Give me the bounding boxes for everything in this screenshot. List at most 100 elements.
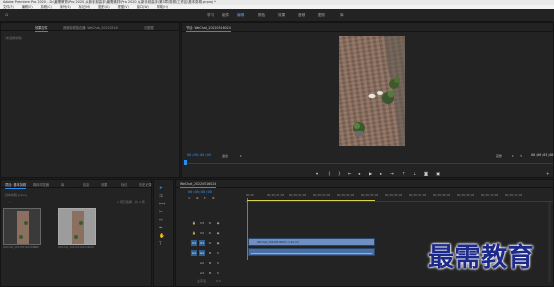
workspace-tab-graphics[interactable]: 图形 bbox=[318, 13, 325, 18]
program-timecode[interactable]: 00;00;00;00 bbox=[187, 153, 211, 157]
track-label-a3[interactable]: A3 bbox=[199, 270, 205, 276]
solo-icon[interactable]: S bbox=[215, 270, 221, 276]
tab-info[interactable]: 信息 bbox=[83, 182, 89, 187]
quality-dropdown[interactable]: 完整 bbox=[496, 154, 502, 158]
type-tool-icon[interactable]: T bbox=[159, 242, 162, 247]
timeline-vertical-scrollbar[interactable] bbox=[548, 202, 551, 282]
mark-in-icon[interactable]: { bbox=[328, 171, 331, 176]
tab-media-browser[interactable]: 媒体浏览器 bbox=[33, 182, 49, 187]
track-label-v3[interactable]: V3 bbox=[199, 220, 205, 226]
timeline-timecode[interactable]: 00;00;00;00 bbox=[188, 190, 212, 194]
program-video-frame bbox=[339, 36, 405, 146]
workspace-tab-learn[interactable]: 学习 bbox=[207, 13, 214, 18]
eye-icon[interactable]: ◉ bbox=[215, 220, 221, 226]
mute-icon[interactable]: M bbox=[207, 250, 213, 256]
lock-icon[interactable]: 🔒 bbox=[191, 230, 197, 236]
go-to-out-icon[interactable]: ⇥ bbox=[390, 171, 394, 176]
pen-tool-icon[interactable]: ✒ bbox=[159, 226, 163, 231]
project-item-thumbnail-2[interactable] bbox=[58, 208, 96, 245]
fit-dropdown-arrow-icon[interactable]: ▾ bbox=[240, 154, 242, 158]
track-select-tool-icon[interactable]: ⇉ bbox=[159, 194, 163, 199]
lift-icon[interactable]: ⇡ bbox=[402, 171, 406, 176]
fit-dropdown[interactable]: 适合 bbox=[222, 154, 228, 158]
comparison-view-icon[interactable]: ▣ bbox=[436, 171, 440, 176]
track-label-a2[interactable]: A2 bbox=[199, 260, 205, 266]
workspace-tab-assembly[interactable]: 组件 bbox=[222, 13, 229, 18]
track-label-v2[interactable]: V2 bbox=[199, 230, 205, 236]
tab-markers[interactable]: 标记 bbox=[121, 182, 127, 187]
solo-icon[interactable]: S bbox=[215, 260, 221, 266]
lock-icon[interactable]: 🔒 bbox=[191, 220, 197, 226]
step-forward-icon[interactable]: ▸ bbox=[380, 171, 382, 176]
export-frame-icon[interactable]: ◙ bbox=[424, 171, 428, 176]
quality-dropdown-arrow-icon[interactable]: ▾ bbox=[512, 154, 514, 158]
tab-history[interactable]: 历史记录 bbox=[139, 182, 152, 187]
sync-lock-icon[interactable]: ⇆ bbox=[207, 240, 213, 246]
mute-icon[interactable]: M bbox=[207, 270, 213, 276]
tab-effects[interactable]: 效果 bbox=[101, 182, 107, 187]
source-patch-a1[interactable]: A1 bbox=[191, 249, 197, 256]
workspace-tab-libraries[interactable]: 库 bbox=[340, 13, 344, 18]
tab-libraries[interactable]: 库 bbox=[61, 182, 64, 187]
eye-icon[interactable]: ◉ bbox=[215, 240, 221, 246]
snap-icon[interactable]: ⊂ bbox=[188, 196, 191, 200]
wrench-icon[interactable]: ✎ bbox=[520, 154, 523, 158]
project-item-thumbnail-1[interactable] bbox=[3, 208, 41, 245]
ruler-label: 00;00;11;00 bbox=[505, 194, 523, 197]
workspace-tab-effects[interactable]: 效果 bbox=[278, 13, 285, 18]
playhead-marker[interactable] bbox=[184, 160, 187, 165]
extract-icon[interactable]: ⇣ bbox=[413, 171, 417, 176]
tab-effect-controls[interactable]: 效果控件 bbox=[35, 25, 48, 32]
step-back-icon[interactable]: ◂ bbox=[358, 171, 360, 176]
project-item-duration-2: 3;08 bbox=[88, 246, 94, 249]
tab-sequence[interactable]: WeChat_20220516024 bbox=[180, 182, 217, 188]
workspace-tab-editing[interactable]: 编辑 bbox=[237, 13, 244, 18]
track-label-a1[interactable]: A1 bbox=[199, 249, 205, 256]
ripple-edit-tool-icon[interactable]: ⟺ bbox=[159, 202, 165, 207]
search-icon[interactable]: ⌕ bbox=[9, 200, 11, 204]
source-patch-v1[interactable]: V1 bbox=[191, 239, 197, 246]
program-duration: 00;00;03;08 bbox=[531, 153, 554, 157]
linked-selection-icon[interactable]: ⊕ bbox=[196, 196, 199, 200]
work-area-bar[interactable] bbox=[247, 200, 375, 201]
hand-tool-icon[interactable]: ✋ bbox=[159, 234, 165, 239]
sync-lock-icon[interactable]: ⇆ bbox=[207, 220, 213, 226]
home-icon[interactable]: ⌂ bbox=[5, 12, 8, 18]
tab-metadata[interactable]: 元数据 bbox=[144, 25, 154, 30]
slip-tool-icon[interactable]: ↔ bbox=[159, 218, 163, 223]
razor-tool-icon[interactable]: ✂ bbox=[159, 210, 163, 215]
tab-audio-clip-mixer[interactable]: 音频剪辑混合器: WeChat_20220516 bbox=[63, 25, 118, 30]
sync-lock-icon[interactable]: ⇆ bbox=[207, 230, 213, 236]
master-volume[interactable]: 0.0 bbox=[216, 279, 221, 283]
tools-panel: ➤ ⇉ ⟺ ✂ ↔ ✒ ✋ T bbox=[153, 179, 174, 287]
program-monitor-title[interactable]: 节目: WeChat_20220516024 bbox=[186, 25, 231, 32]
program-scrubber[interactable] bbox=[185, 163, 553, 164]
timeline-settings-icon[interactable]: ⚙ bbox=[212, 196, 215, 200]
go-to-in-icon[interactable]: ⇤ bbox=[348, 171, 352, 176]
ruler-label: 00;00;03;00 bbox=[313, 194, 331, 197]
track-label-v1[interactable]: V1 bbox=[199, 239, 205, 246]
audio-waveform bbox=[251, 252, 372, 254]
add-button-icon[interactable]: + bbox=[546, 171, 550, 176]
ruler-label: 00;00;02;00 bbox=[289, 194, 307, 197]
video-frame-image bbox=[339, 36, 405, 146]
video-clip-label: WeChat_20220516024..mp4 [V] bbox=[257, 240, 299, 244]
track-header-a3: A3 M S bbox=[189, 269, 242, 277]
audio-clip-a1[interactable] bbox=[248, 248, 375, 256]
add-marker-icon[interactable]: ▾ bbox=[316, 171, 318, 176]
track-header-a1: A1 A1 M S bbox=[189, 249, 242, 257]
eye-icon[interactable]: ◉ bbox=[215, 230, 221, 236]
mark-out-icon[interactable]: } bbox=[338, 171, 341, 176]
mute-icon[interactable]: M bbox=[207, 260, 213, 266]
workspace-tab-color[interactable]: 颜色 bbox=[258, 13, 265, 18]
play-icon[interactable]: ▶ bbox=[369, 171, 372, 176]
project-item-duration-1: 3;08 bbox=[33, 246, 39, 249]
video-clip-v1[interactable]: WeChat_20220516024..mp4 [V] bbox=[248, 238, 375, 246]
selection-tool-icon[interactable]: ➤ bbox=[159, 186, 163, 191]
ruler-label: 00;00;06;00 bbox=[385, 194, 403, 197]
solo-icon[interactable]: S bbox=[215, 250, 221, 256]
add-marker-timeline-icon[interactable]: ▾ bbox=[204, 196, 206, 200]
workspace-tab-audio[interactable]: 音频 bbox=[298, 13, 305, 18]
tab-project[interactable]: 项目: 基本剪辑 bbox=[5, 182, 27, 189]
ruler-label: 00;00 bbox=[246, 194, 254, 197]
